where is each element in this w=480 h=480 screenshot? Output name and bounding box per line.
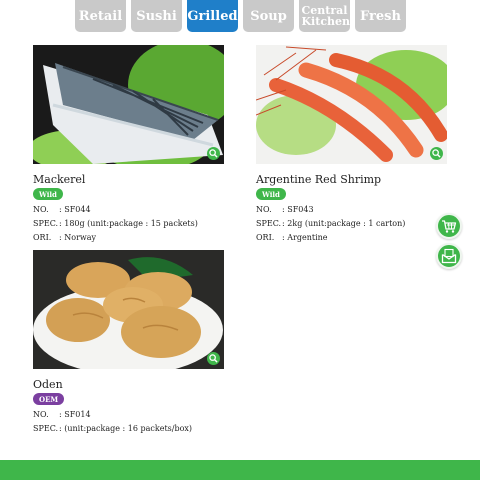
tab-sushi[interactable]: Sushi [131, 0, 182, 32]
spec-label: SPEC. [33, 219, 59, 228]
product-photo[interactable] [33, 250, 224, 369]
tab-central-kitchen[interactable]: Central Kitchen [299, 0, 350, 32]
spec-value: 180g (unit:package : 15 packets) [59, 219, 198, 228]
zoom-icon[interactable] [207, 147, 220, 160]
spec-value: SF044 [59, 205, 90, 214]
product-photo[interactable] [33, 45, 224, 164]
mackerel-photo [33, 45, 224, 164]
cart-button[interactable] [436, 213, 462, 239]
spec-label: SPEC. [256, 219, 282, 228]
product-name[interactable]: Argentine Red Shrimp [256, 173, 381, 186]
tab-label: Grilled [187, 8, 238, 24]
tab-fresh[interactable]: Fresh [355, 0, 406, 32]
tab-label: Sushi [136, 8, 177, 24]
shrimp-photo [256, 45, 447, 164]
zoom-icon[interactable] [430, 147, 443, 160]
mail-button[interactable] [436, 243, 462, 269]
spec-label: NO. [33, 410, 49, 419]
tab-soup[interactable]: Soup [243, 0, 294, 32]
badge-wild: Wild [256, 188, 286, 200]
cart-icon [442, 220, 457, 233]
spec-value: 2kg (unit:package : 1 carton) [282, 219, 405, 228]
spec-value: Argentine [282, 233, 327, 242]
spec-value: SF043 [282, 205, 313, 214]
product-card-mackerel[interactable]: Mackerel Wild NO. SF044 SPEC.180g (unit:p… [33, 45, 224, 245]
badge-wild: Wild [33, 188, 63, 200]
spec-label: ORI. [33, 233, 52, 242]
product-name[interactable]: Mackerel [33, 173, 85, 186]
product-name[interactable]: Oden [33, 378, 63, 391]
mail-icon [441, 248, 457, 264]
product-card-red-shrimp[interactable]: Argentine Red Shrimp Wild NO. SF043 SPEC.… [256, 45, 447, 245]
spec-label: NO. [33, 205, 49, 214]
spec-value: (unit:package : 16 packets/box) [59, 424, 192, 433]
spec-label: SPEC. [33, 424, 59, 433]
badge-oem: OEM [33, 393, 65, 405]
oden-photo [33, 250, 224, 369]
spec-label: NO. [256, 205, 272, 214]
spec-label: ORI. [256, 233, 275, 242]
spec-value: Norway [59, 233, 96, 242]
footer-bar [0, 460, 480, 480]
tab-grilled[interactable]: Grilled [187, 0, 238, 32]
spec-value: SF014 [59, 410, 90, 419]
product-photo[interactable] [256, 45, 447, 164]
tab-retail[interactable]: Retail [75, 0, 126, 32]
tab-label: Retail [78, 8, 123, 24]
zoom-icon[interactable] [207, 352, 220, 365]
product-card-oden[interactable]: Oden OEM NO. SF014 SPEC.(unit:package : 1… [33, 250, 224, 440]
tab-label: Central Kitchen [301, 4, 351, 28]
tab-label: Soup [250, 8, 287, 24]
tab-label: Fresh [360, 8, 401, 24]
